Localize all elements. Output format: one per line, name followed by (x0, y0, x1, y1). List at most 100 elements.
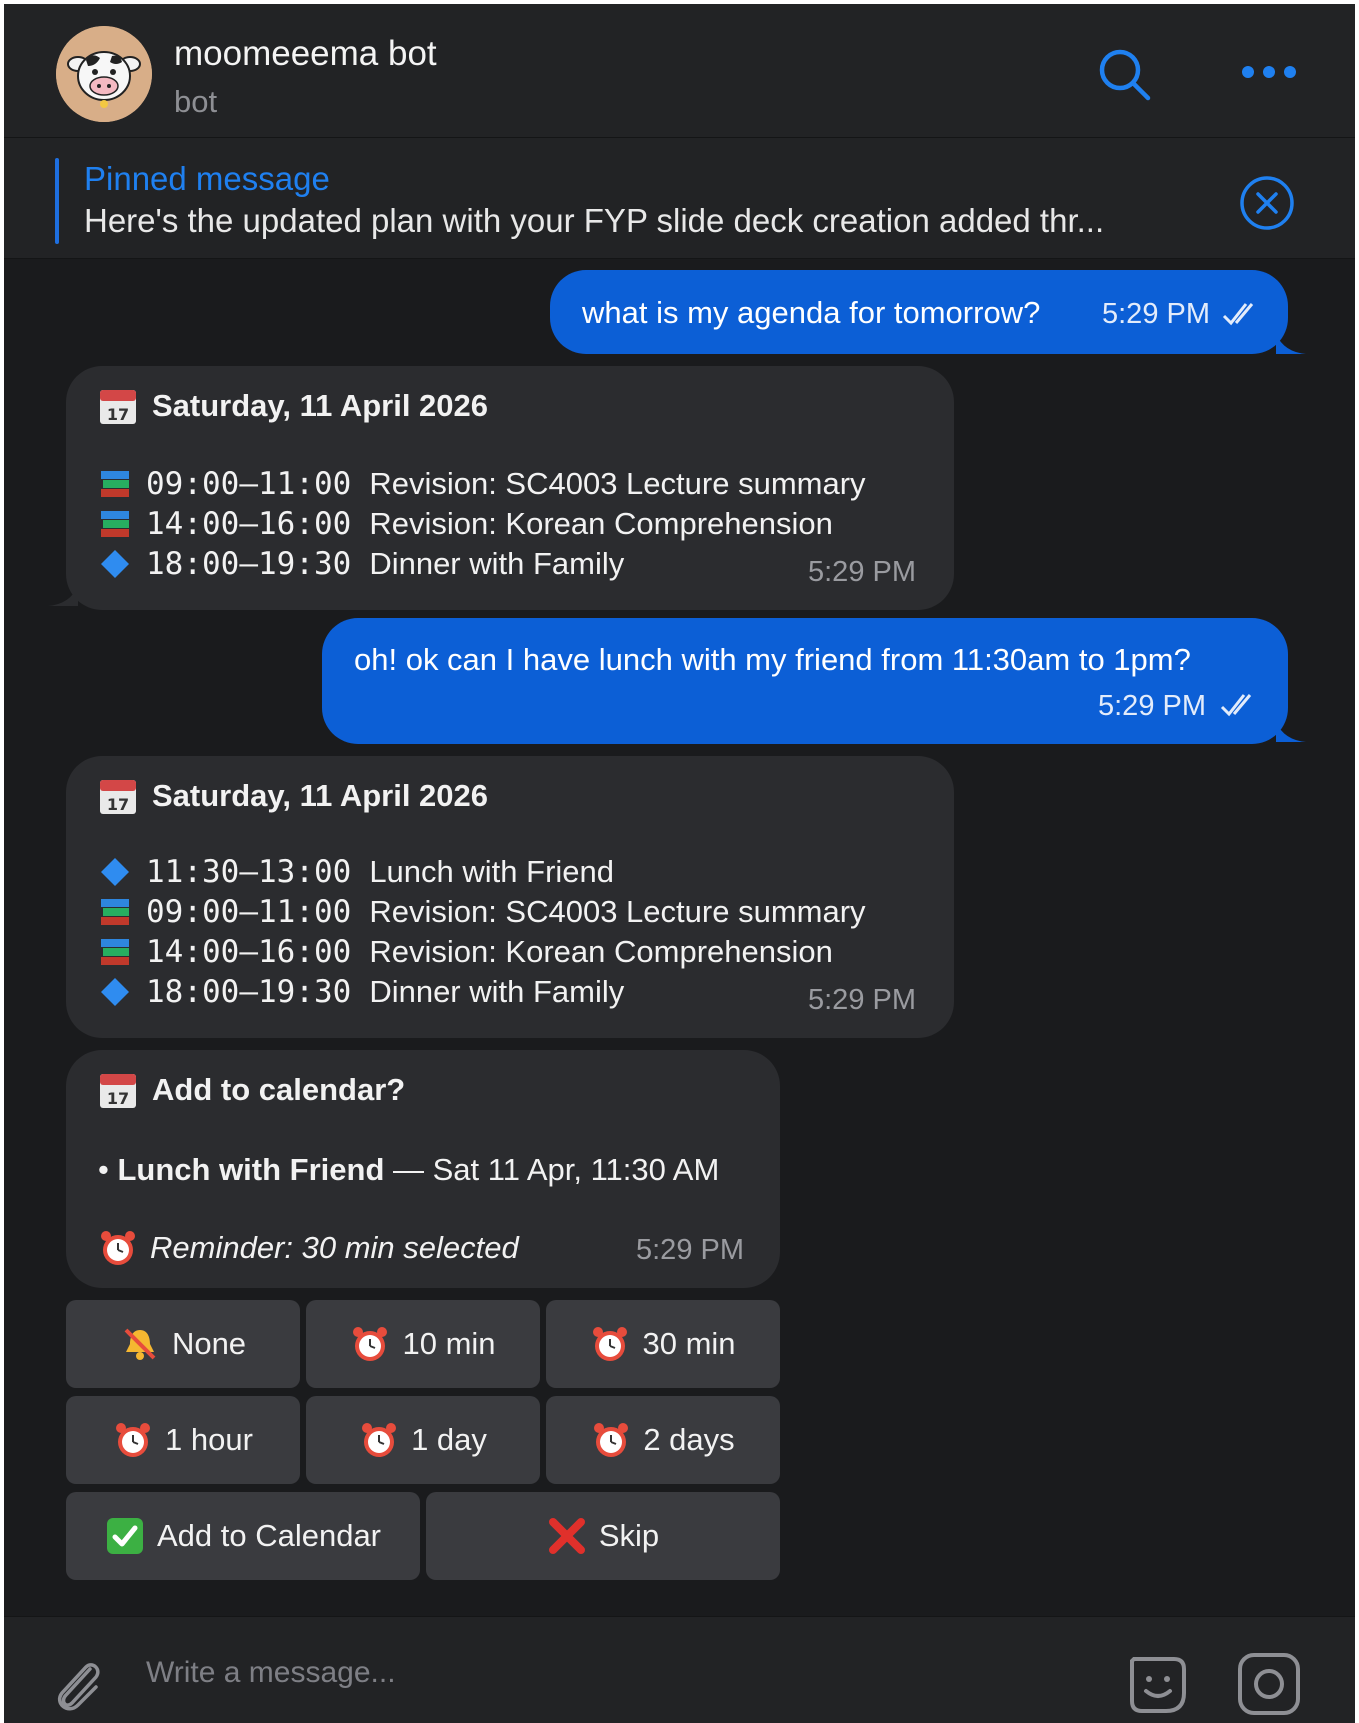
button-label: None (171, 1326, 247, 1361)
agenda-item: 09:00–11:00 Revision: SC4003 Lecture sum… (98, 466, 866, 502)
button-label: 10 min (402, 1326, 496, 1361)
message-time: 5:29 PM (1102, 298, 1210, 330)
calendar-icon: 17 (100, 1074, 136, 1108)
button-label: Add to Calendar (156, 1518, 382, 1553)
button-label: 30 min (642, 1326, 736, 1361)
sticker-icon (1130, 1657, 1186, 1713)
event-datetime: — Sat 11 Apr, 11:30 AM (384, 1152, 720, 1187)
agenda-label: Lunch with Friend (369, 854, 614, 889)
alarm-clock-icon (101, 1231, 135, 1265)
blue-diamond-icon (101, 978, 129, 1006)
message-time: 5:29 PM (808, 556, 916, 588)
add-to-calendar-button[interactable]: Add to Calendar (66, 1492, 420, 1580)
calendar-icon: 17 (100, 390, 136, 424)
pinned-close-button[interactable] (1238, 174, 1296, 232)
svg-text:17: 17 (107, 1089, 129, 1108)
bubble-tail (48, 586, 78, 606)
agenda-label: Dinner with Family (369, 974, 625, 1009)
event-line: • Lunch with Friend — Sat 11 Apr, 11:30 … (98, 1152, 719, 1188)
more-options-button[interactable] (1234, 52, 1304, 92)
search-icon (1099, 49, 1151, 101)
double-check-icon (1220, 694, 1252, 717)
event-title: Lunch with Friend (117, 1152, 385, 1187)
agenda-time: 18:00–19:30 (146, 546, 352, 582)
more-dots-icon (1242, 66, 1296, 78)
agenda-item: 09:00–11:00 Revision: SC4003 Lecture sum… (98, 894, 866, 930)
button-label: 2 days (643, 1422, 735, 1457)
outgoing-message[interactable]: what is my agenda for tomorrow? 5:29 PM (550, 270, 1288, 354)
bubble-tail (1276, 722, 1306, 742)
message-time: 5:29 PM (808, 984, 916, 1016)
books-icon (101, 899, 129, 925)
alarm-clock-icon (594, 1423, 629, 1457)
agenda-item: 18:00–19:30 Dinner with Family (98, 974, 624, 1010)
reminder-30min-button[interactable]: 30 min (546, 1300, 780, 1388)
agenda-item: 18:00–19:30 Dinner with Family (98, 546, 624, 582)
reminder-10min-button[interactable]: 10 min (306, 1300, 540, 1388)
cow-avatar-icon (56, 26, 152, 122)
reminder-1hour-button[interactable]: 1 hour (66, 1396, 300, 1484)
agenda-time: 09:00–11:00 (146, 894, 352, 930)
reminder-2days-button[interactable]: 2 days (546, 1396, 780, 1484)
reminder-none-button[interactable]: None (66, 1300, 300, 1388)
pinned-message-bar[interactable]: Pinned message Here's the updated plan w… (4, 138, 1355, 259)
alarm-clock-icon (353, 1327, 388, 1361)
svg-text:17: 17 (107, 795, 129, 814)
agenda-label: Revision: SC4003 Lecture summary (369, 894, 866, 929)
incoming-message[interactable]: 17 Add to calendar? • Lunch with Friend … (66, 1050, 780, 1288)
agenda-time: 14:00–16:00 (146, 934, 352, 970)
skip-button[interactable]: Skip (426, 1492, 780, 1580)
chat-window: moomeeema bot bot Pinned message Here's … (4, 4, 1355, 1723)
button-label: 1 day (411, 1422, 487, 1457)
agenda-item: 11:30–13:00 Lunch with Friend (98, 854, 614, 890)
incoming-message[interactable]: 17 Saturday, 11 April 2026 11:30–13:00 L… (66, 756, 954, 1038)
agenda-label: Dinner with Family (369, 546, 625, 581)
pinned-title: Pinned message (84, 160, 330, 197)
message-input[interactable] (144, 1647, 968, 1699)
agenda-time: 18:00–19:30 (146, 974, 352, 1010)
check-box-icon (106, 1518, 143, 1554)
pinned-accent-bar (55, 158, 59, 244)
bullet: • (98, 1152, 118, 1187)
reminder-text: Reminder: 30 min selected (150, 1230, 519, 1265)
books-icon (101, 939, 129, 965)
books-icon (101, 471, 129, 497)
message-time: 5:29 PM (636, 1234, 744, 1266)
button-label: 1 hour (165, 1422, 253, 1457)
chat-title: moomeeema bot (174, 34, 437, 73)
paperclip-icon (57, 1663, 100, 1711)
pinned-text: Here's the updated plan with your FYP sl… (84, 202, 1105, 239)
message-header: 17 Saturday, 11 April 2026 (98, 776, 488, 816)
incoming-message[interactable]: 17 Saturday, 11 April 2026 09:00–11:00 R… (66, 366, 954, 610)
books-icon (101, 511, 129, 537)
button-label: Skip (598, 1518, 660, 1553)
outgoing-message[interactable]: oh! ok can I have lunch with my friend f… (322, 618, 1288, 744)
double-check-icon (1222, 303, 1254, 326)
blue-diamond-icon (101, 550, 129, 578)
search-button[interactable] (1094, 44, 1158, 108)
agenda-time: 09:00–11:00 (146, 466, 352, 502)
bell-off-icon (124, 1328, 156, 1360)
agenda-label: Revision: SC4003 Lecture summary (369, 466, 866, 501)
avatar[interactable] (56, 26, 152, 122)
message-text: what is my agenda for tomorrow? (582, 295, 1041, 330)
agenda-time: 14:00–16:00 (146, 506, 352, 542)
alarm-clock-icon (593, 1327, 628, 1361)
cross-mark-icon (548, 1518, 585, 1554)
agenda-label: Revision: Korean Comprehension (369, 506, 833, 541)
sticker-button[interactable] (1122, 1649, 1194, 1721)
message-time: 5:29 PM (1098, 690, 1206, 722)
agenda-date: Saturday, 11 April 2026 (152, 388, 489, 423)
alarm-clock-icon (116, 1423, 151, 1457)
attach-button[interactable] (50, 1655, 106, 1715)
agenda-time: 11:30–13:00 (146, 854, 352, 890)
agenda-item: 14:00–16:00 Revision: Korean Comprehensi… (98, 506, 833, 542)
reminder-1day-button[interactable]: 1 day (306, 1396, 540, 1484)
chat-subtitle: bot (174, 84, 218, 119)
svg-text:17: 17 (107, 405, 129, 424)
message-composer (4, 1616, 1355, 1723)
calendar-icon: 17 (100, 780, 136, 814)
camera-icon (1238, 1653, 1300, 1715)
blue-diamond-icon (101, 858, 129, 886)
camera-button[interactable] (1234, 1649, 1304, 1719)
